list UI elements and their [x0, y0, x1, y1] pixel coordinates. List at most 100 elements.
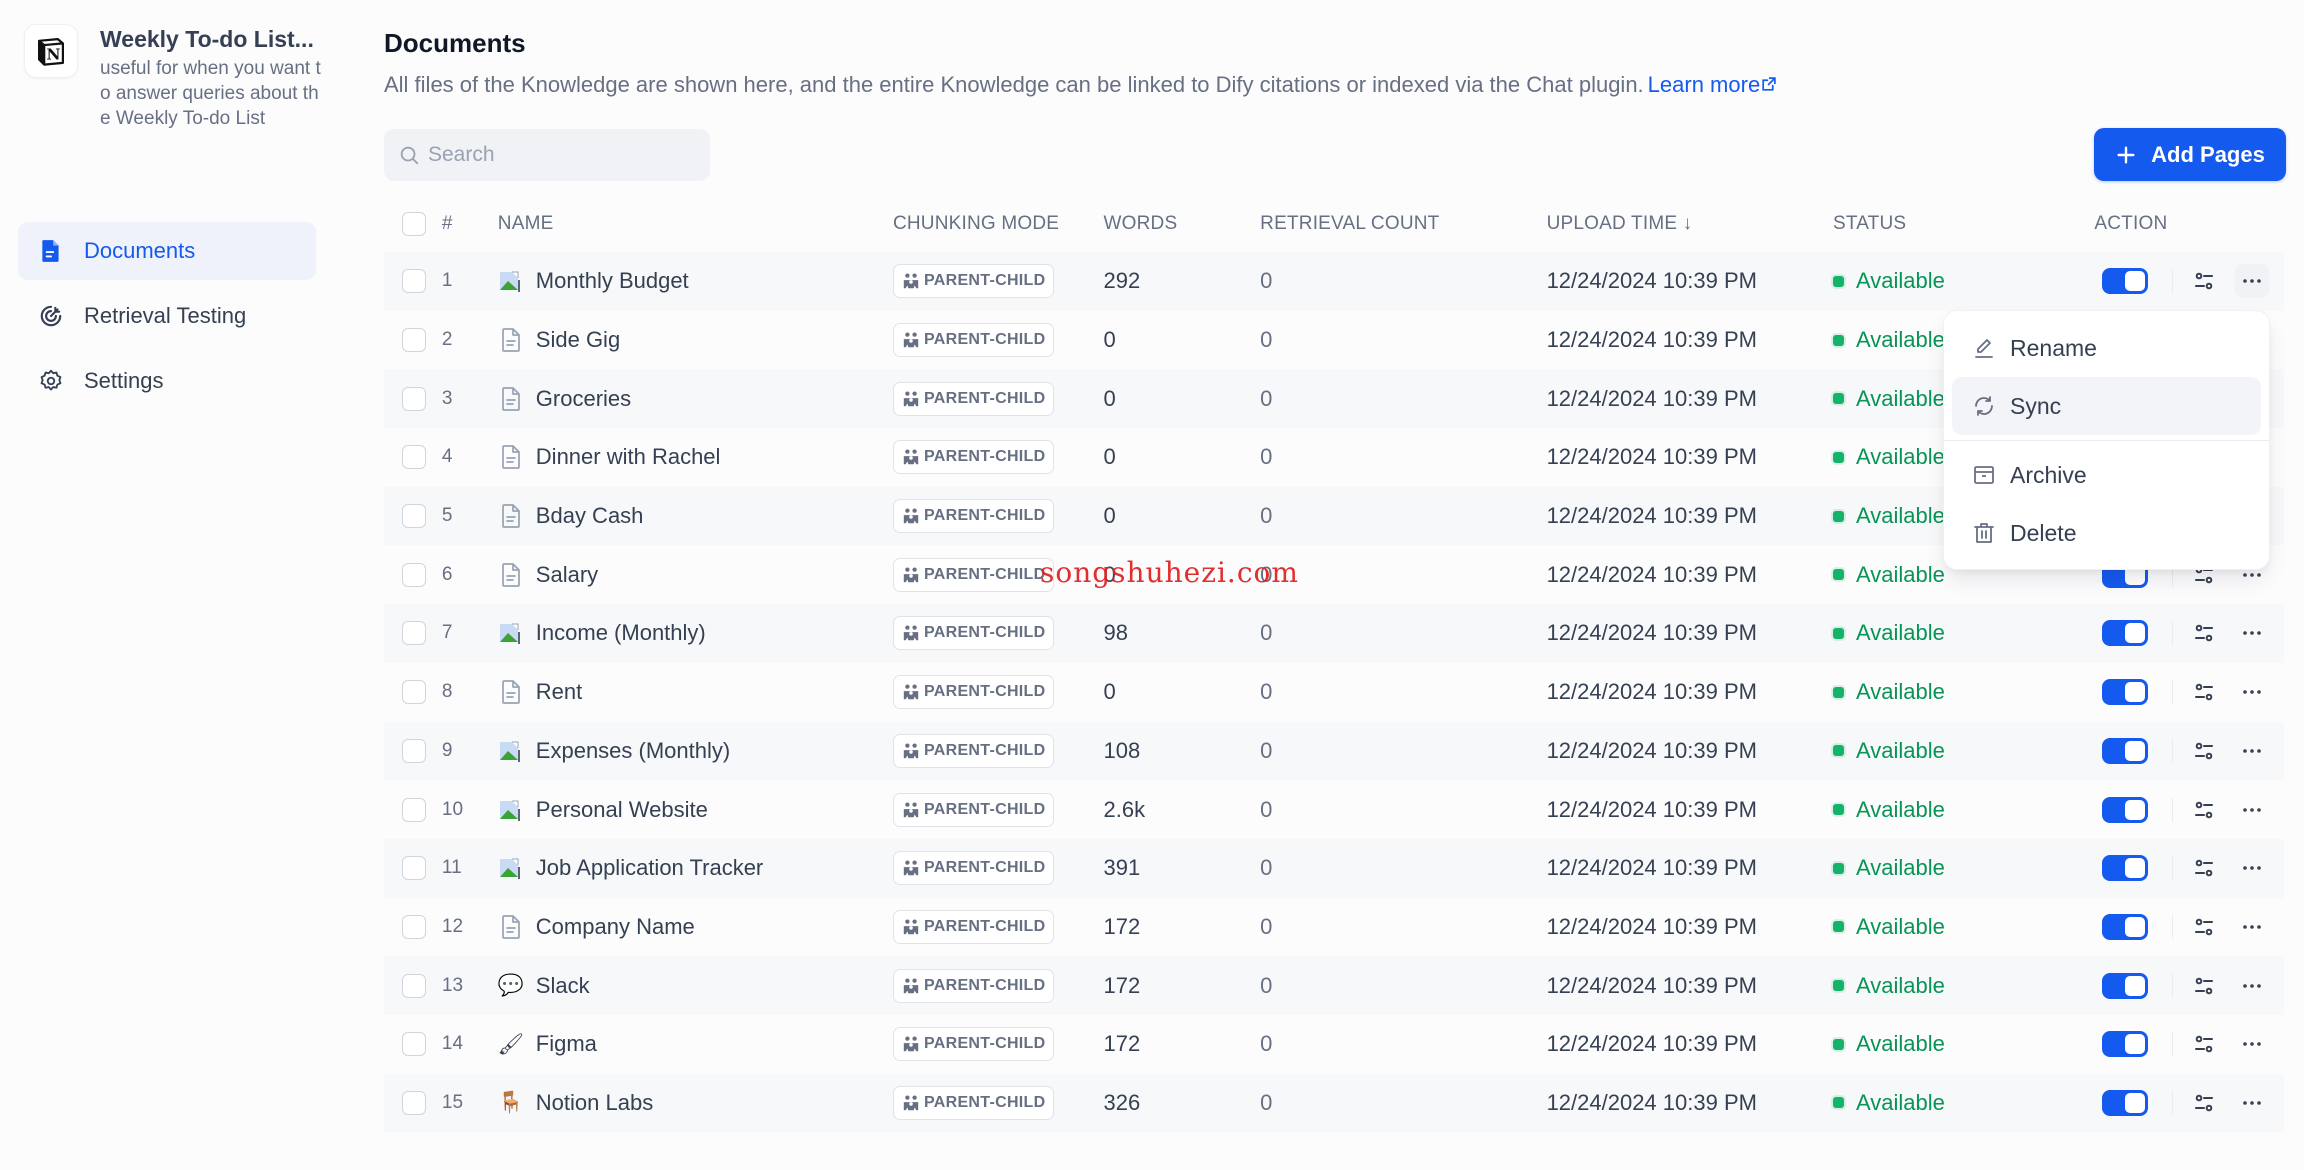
- document-name-cell[interactable]: Groceries: [498, 386, 893, 412]
- document-name-cell[interactable]: Salary: [498, 562, 893, 588]
- more-actions-button[interactable]: [2235, 616, 2269, 650]
- column-header-upload-time[interactable]: UPLOAD TIME ↓: [1547, 213, 1833, 235]
- enable-toggle[interactable]: [2102, 737, 2149, 764]
- menu-item-archive[interactable]: Archive: [1952, 446, 2261, 504]
- row-checkbox[interactable]: [402, 914, 426, 939]
- row-checkbox[interactable]: [402, 680, 426, 705]
- row-checkbox[interactable]: [402, 621, 426, 646]
- document-name-cell[interactable]: Bday Cash: [498, 503, 893, 529]
- table-row[interactable]: 8 Rent PARENT-CHILD 0 0 12/24/2024 10:39 PM Av…: [384, 663, 2284, 722]
- sidebar-item-documents[interactable]: Documents: [18, 222, 316, 280]
- chunk-settings-button[interactable]: [2187, 910, 2221, 944]
- row-checkbox[interactable]: [402, 1032, 426, 1057]
- document-name-cell[interactable]: Expenses (Monthly): [498, 738, 893, 764]
- enable-toggle[interactable]: [2102, 268, 2149, 295]
- more-actions-button[interactable]: [2235, 851, 2269, 885]
- table-row[interactable]: 7 Income (Monthly) PARENT-CHILD 98 0 12/24/20…: [384, 604, 2284, 663]
- menu-item-rename[interactable]: Rename: [1952, 319, 2261, 377]
- table-row[interactable]: 14 🖌 Figma PARENT-CHILD 172 0 12/24/2024 10:39…: [384, 1015, 2284, 1074]
- document-name-cell[interactable]: Monthly Budget: [498, 268, 893, 294]
- more-actions-button[interactable]: [2235, 969, 2269, 1003]
- table-row[interactable]: 1 Monthly Budget PARENT-CHILD 292 0 12/24/202…: [384, 252, 2284, 311]
- table-row[interactable]: 9 Expenses (Monthly) PARENT-CHILD 108 0 12/24…: [384, 721, 2284, 781]
- menu-item-label: Sync: [2010, 392, 2062, 419]
- sidebar-item-retrieval-testing[interactable]: Retrieval Testing: [18, 287, 316, 345]
- search-box[interactable]: [384, 129, 710, 181]
- search-input[interactable]: [428, 143, 688, 167]
- learn-more-link[interactable]: Learn more: [1648, 72, 1778, 97]
- notion-logo-icon: N: [24, 24, 78, 78]
- table-row[interactable]: 12 Company Name PARENT-CHILD 172 0 12/24/2024…: [384, 898, 2284, 957]
- enable-toggle[interactable]: [2102, 620, 2149, 647]
- document-name-cell[interactable]: Company Name: [498, 914, 893, 940]
- document-name-cell[interactable]: Job Application Tracker: [498, 855, 893, 881]
- document-name-cell[interactable]: Side Gig: [498, 327, 893, 353]
- more-actions-button[interactable]: [2235, 910, 2269, 944]
- menu-item-sync[interactable]: Sync: [1952, 377, 2261, 435]
- table-row[interactable]: 10 Personal Website PARENT-CHILD 2.6k 0 12/24…: [384, 780, 2284, 839]
- row-checkbox[interactable]: [402, 973, 426, 998]
- chunk-settings-button[interactable]: [2187, 793, 2221, 827]
- add-pages-button[interactable]: Add Pages: [2094, 128, 2286, 181]
- table-row[interactable]: 15 🪑 Notion Labs PARENT-CHILD 326 0 12/24/2024…: [384, 1073, 2284, 1133]
- document-name-cell[interactable]: Rent: [498, 679, 893, 705]
- row-checkbox[interactable]: [402, 738, 426, 763]
- word-count: 2.6k: [1103, 796, 1146, 822]
- enable-toggle[interactable]: [2102, 679, 2149, 706]
- row-checkbox[interactable]: [402, 445, 426, 470]
- chunking-mode-badge: PARENT-CHILD: [892, 675, 1055, 710]
- enable-toggle[interactable]: [2102, 855, 2149, 882]
- column-header-name: NAME: [497, 213, 554, 234]
- chunk-settings-button[interactable]: [2187, 675, 2221, 709]
- status-badge: Available: [1832, 738, 2094, 764]
- document-name-cell[interactable]: 🖌 Figma: [497, 1031, 893, 1057]
- enable-toggle[interactable]: [2102, 972, 2149, 999]
- row-number: 9: [441, 739, 453, 761]
- document-name-cell[interactable]: Personal Website: [498, 797, 893, 823]
- sidebar-item-label: Settings: [84, 368, 164, 393]
- status-dot-icon: [1832, 980, 1844, 992]
- svg-text:N: N: [47, 46, 61, 64]
- sidebar-item-settings[interactable]: Settings: [18, 352, 316, 410]
- chunk-settings-button[interactable]: [2187, 264, 2221, 298]
- more-actions-button[interactable]: [2235, 734, 2269, 768]
- page-emoji-icon: 💬: [497, 974, 524, 998]
- row-checkbox[interactable]: [402, 386, 426, 411]
- more-actions-button[interactable]: [2235, 264, 2270, 299]
- row-checkbox[interactable]: [402, 562, 426, 587]
- parent-child-icon: [902, 918, 920, 936]
- upload-time: 12/24/2024 10:39 PM: [1546, 1089, 1757, 1115]
- word-count: 326: [1103, 1089, 1141, 1115]
- row-checkbox[interactable]: [402, 269, 426, 294]
- row-checkbox[interactable]: [402, 856, 426, 881]
- document-name-cell[interactable]: 💬 Slack: [498, 973, 893, 999]
- enable-toggle[interactable]: [2102, 796, 2149, 823]
- enable-toggle[interactable]: [2102, 913, 2149, 940]
- table-row[interactable]: 11 Job Application Tracker PARENT-CHILD 391…: [384, 838, 2284, 898]
- table-row[interactable]: 13 💬 Slack PARENT-CHILD 172 0 12/24/2024 10:39…: [384, 956, 2284, 1015]
- chunk-settings-button[interactable]: [2187, 616, 2221, 650]
- enable-toggle[interactable]: [2102, 1089, 2149, 1116]
- more-actions-button[interactable]: [2235, 675, 2269, 709]
- chunk-settings-button[interactable]: [2187, 734, 2221, 768]
- document-name-cell[interactable]: Income (Monthly): [498, 620, 893, 646]
- chunk-settings-button[interactable]: [2187, 851, 2221, 885]
- row-checkbox[interactable]: [402, 797, 426, 822]
- enable-toggle[interactable]: [2102, 1031, 2149, 1058]
- document-name-cell[interactable]: Dinner with Rachel: [498, 444, 893, 470]
- status-dot-icon: [1832, 334, 1844, 346]
- select-all-checkbox[interactable]: [402, 212, 426, 236]
- chunking-mode-label: PARENT-CHILD: [923, 448, 1046, 466]
- chunk-settings-button[interactable]: [2187, 1086, 2221, 1120]
- more-actions-button[interactable]: [2235, 793, 2269, 827]
- chunk-settings-button[interactable]: [2187, 969, 2221, 1003]
- row-checkbox[interactable]: [402, 328, 426, 353]
- chunk-settings-button[interactable]: [2187, 1027, 2221, 1061]
- word-count: 108: [1103, 737, 1141, 763]
- document-name-cell[interactable]: 🪑 Notion Labs: [498, 1090, 893, 1116]
- more-actions-button[interactable]: [2235, 1027, 2269, 1061]
- row-checkbox[interactable]: [402, 1090, 426, 1115]
- menu-item-delete[interactable]: Delete: [1952, 504, 2261, 562]
- row-checkbox[interactable]: [402, 504, 426, 529]
- more-actions-button[interactable]: [2235, 1086, 2269, 1120]
